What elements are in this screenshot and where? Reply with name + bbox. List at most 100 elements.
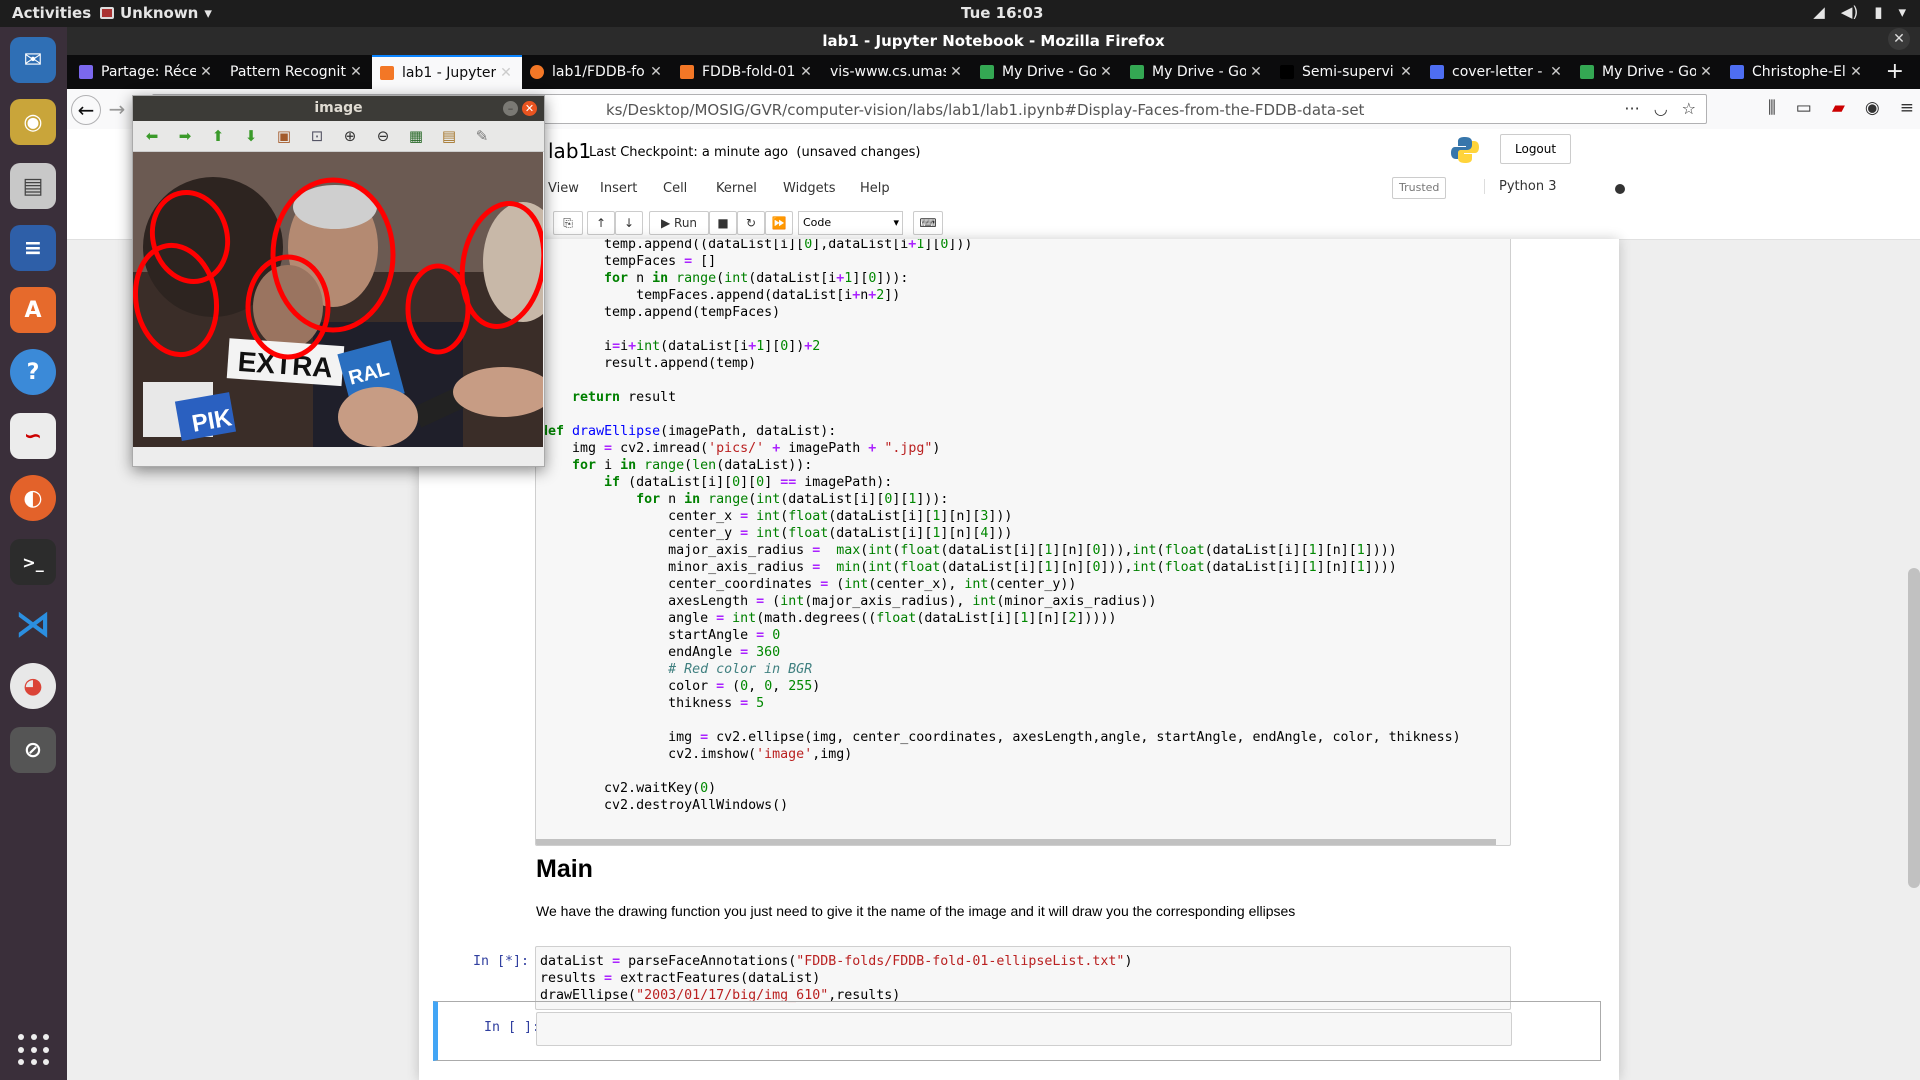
pan-right-icon[interactable]: ➡ <box>176 128 194 144</box>
google-docs-icon <box>1730 65 1744 79</box>
activities-button[interactable]: Activities <box>12 4 91 22</box>
horizontal-scrollbar[interactable] <box>536 839 1496 845</box>
back-arrow-icon[interactable]: ← <box>71 95 101 125</box>
document-viewer-icon[interactable]: ∽ <box>10 413 56 459</box>
code-editor[interactable]: temp.append((dataList[i][0],dataList[i+1… <box>536 239 1510 814</box>
bookmark-star-icon[interactable]: ☆ <box>1682 99 1696 118</box>
close-icon[interactable]: ✕ <box>796 64 816 80</box>
close-icon[interactable]: ✕ <box>1846 64 1866 80</box>
logout-button[interactable]: Logout <box>1500 134 1572 164</box>
zoom-out-icon[interactable]: ⊖ <box>374 128 392 144</box>
tab-label: My Drive - Go <box>1602 64 1696 80</box>
close-icon[interactable]: ✕ <box>1888 28 1910 50</box>
keyboard-icon[interactable]: ⌨ <box>913 211 943 235</box>
stop-icon[interactable]: ■ <box>709 211 737 235</box>
code-cell[interactable]: temp.append((dataList[i][0],dataList[i+1… <box>535 239 1511 846</box>
menu-cell[interactable]: Cell <box>663 181 687 196</box>
empty-code-editor[interactable] <box>536 1012 1512 1046</box>
tab-favicon-icon <box>530 65 544 79</box>
wifi-icon: ◢ <box>1813 3 1825 21</box>
tab-item[interactable]: My Drive - Go ✕ <box>972 55 1122 89</box>
tab-item[interactable]: lab1/FDDB-fo ✕ <box>522 55 672 89</box>
zoom-in-icon[interactable]: ⊕ <box>341 128 359 144</box>
move-down-icon[interactable]: ↓ <box>615 211 643 235</box>
selected-cell[interactable]: In [ ]: <box>433 1001 1601 1061</box>
software-center-icon[interactable]: A <box>10 287 56 333</box>
close-icon[interactable]: ✕ <box>1546 64 1566 80</box>
clock[interactable]: Tue 16:03 <box>961 4 1043 22</box>
terminal-icon[interactable]: >_ <box>10 539 56 585</box>
firefox-icon[interactable]: ◐ <box>10 475 56 521</box>
tab-item[interactable]: Christophe-El ✕ <box>1722 55 1872 89</box>
fast-forward-icon[interactable]: ⏩ <box>765 211 793 235</box>
zoom-fit-icon[interactable]: ⊡ <box>308 128 326 144</box>
restart-icon[interactable]: ↻ <box>737 211 765 235</box>
code-editor[interactable]: dataList = parseFaceAnnotations("FDDB-fo… <box>536 947 1510 1004</box>
image-window-titlebar[interactable]: image <box>133 96 544 121</box>
more-actions-icon[interactable]: ··· <box>1624 99 1639 118</box>
show-apps-icon[interactable] <box>18 1034 50 1066</box>
trusted-badge[interactable]: Trusted <box>1392 177 1447 199</box>
files-icon[interactable]: ▤ <box>10 163 56 209</box>
notebook-name[interactable]: lab1 <box>548 139 591 163</box>
close-icon[interactable]: ✕ <box>196 64 216 80</box>
sidebar-icon[interactable]: ▭ <box>1796 98 1812 118</box>
zoom-original-icon[interactable]: ▣ <box>275 128 293 144</box>
kernel-indicator[interactable]: Python 3 <box>1484 179 1556 194</box>
tab-item[interactable]: cover-letter - ✕ <box>1422 55 1572 89</box>
move-up-icon[interactable]: ↑ <box>587 211 615 235</box>
forward-arrow-icon[interactable]: → <box>103 95 131 123</box>
pan-down-icon[interactable]: ⬇ <box>242 128 260 144</box>
new-tab-button[interactable]: + <box>1886 59 1904 84</box>
opencv-window-icon[interactable]: ⊘ <box>10 727 56 773</box>
close-icon[interactable]: ✕ <box>1696 64 1716 80</box>
tab-item[interactable]: My Drive - Go ✕ <box>1572 55 1722 89</box>
close-icon[interactable]: ✕ <box>346 64 366 80</box>
menu-kernel[interactable]: Kernel <box>716 181 757 196</box>
extension-icon[interactable]: ▰ <box>1832 98 1845 118</box>
tab-item[interactable]: Semi-supervi ✕ <box>1272 55 1422 89</box>
help-icon[interactable]: ? <box>10 349 56 395</box>
close-icon[interactable]: ✕ <box>646 64 666 80</box>
pocket-icon[interactable]: ◡ <box>1654 99 1668 118</box>
menu-help[interactable]: Help <box>860 181 890 196</box>
pan-up-icon[interactable]: ⬆ <box>209 128 227 144</box>
tab-item[interactable]: FDDB-fold-01 ✕ <box>672 55 822 89</box>
menu-insert[interactable]: Insert <box>600 181 637 196</box>
vscode-icon[interactable]: ⋊ <box>10 601 56 647</box>
close-icon[interactable]: ✕ <box>496 65 516 81</box>
account-icon[interactable]: ◉ <box>1865 98 1880 118</box>
library-icon[interactable]: ⫼ <box>1768 98 1776 118</box>
close-icon[interactable]: ✕ <box>1246 64 1266 80</box>
tab-item[interactable]: vis-www.cs.umas ✕ <box>822 55 972 89</box>
app-menu[interactable]: Unknown ▾ <box>100 4 212 22</box>
properties-icon[interactable]: ✎ <box>473 128 491 144</box>
menu-view[interactable]: View <box>548 181 579 196</box>
close-icon[interactable]: ✕ <box>1396 64 1416 80</box>
tab-item[interactable]: Partage: Réce ✕ <box>71 55 222 89</box>
run-button[interactable]: ▶ Run <box>649 211 709 235</box>
notebook-container: temp.append((dataList[i][0],dataList[i+1… <box>419 239 1619 1080</box>
tab-item[interactable]: My Drive - Go ✕ <box>1122 55 1272 89</box>
close-icon[interactable]: ✕ <box>1096 64 1116 80</box>
opencv-image-window[interactable]: image – ✕ ⬅ ➡ ⬆ ⬇ ▣ ⊡ ⊕ ⊖ ▦ ▤ ✎ EXTRA RA… <box>132 95 545 467</box>
page-scrollbar[interactable] <box>1908 568 1920 888</box>
tab-label: lab1 - Jupyter <box>402 65 496 81</box>
pan-left-icon[interactable]: ⬅ <box>143 128 161 144</box>
writer-icon[interactable]: ≡ <box>10 225 56 271</box>
system-tray[interactable]: ◢ ◀) ▮ ▾ <box>1813 3 1906 21</box>
minimize-icon[interactable]: – <box>503 101 518 116</box>
thunderbird-icon[interactable]: ✉ <box>10 37 56 83</box>
close-icon[interactable]: ✕ <box>522 101 537 116</box>
chrome-icon[interactable]: ◕ <box>10 663 56 709</box>
hamburger-menu-icon[interactable]: ≡ <box>1900 98 1914 118</box>
close-icon[interactable]: ✕ <box>946 64 966 80</box>
paste-icon[interactable]: ⎘ <box>553 211 583 235</box>
tab-item[interactable]: Pattern Recognit ✕ <box>222 55 372 89</box>
tab-item-active[interactable]: lab1 - Jupyter ✕ <box>372 55 522 89</box>
cell-type-select[interactable]: Code ▾ <box>798 211 903 235</box>
rhythmbox-icon[interactable]: ◉ <box>10 99 56 145</box>
menu-widgets[interactable]: Widgets <box>783 181 836 196</box>
save-icon[interactable]: ▦ <box>407 128 425 144</box>
copy-clipboard-icon[interactable]: ▤ <box>440 128 458 144</box>
